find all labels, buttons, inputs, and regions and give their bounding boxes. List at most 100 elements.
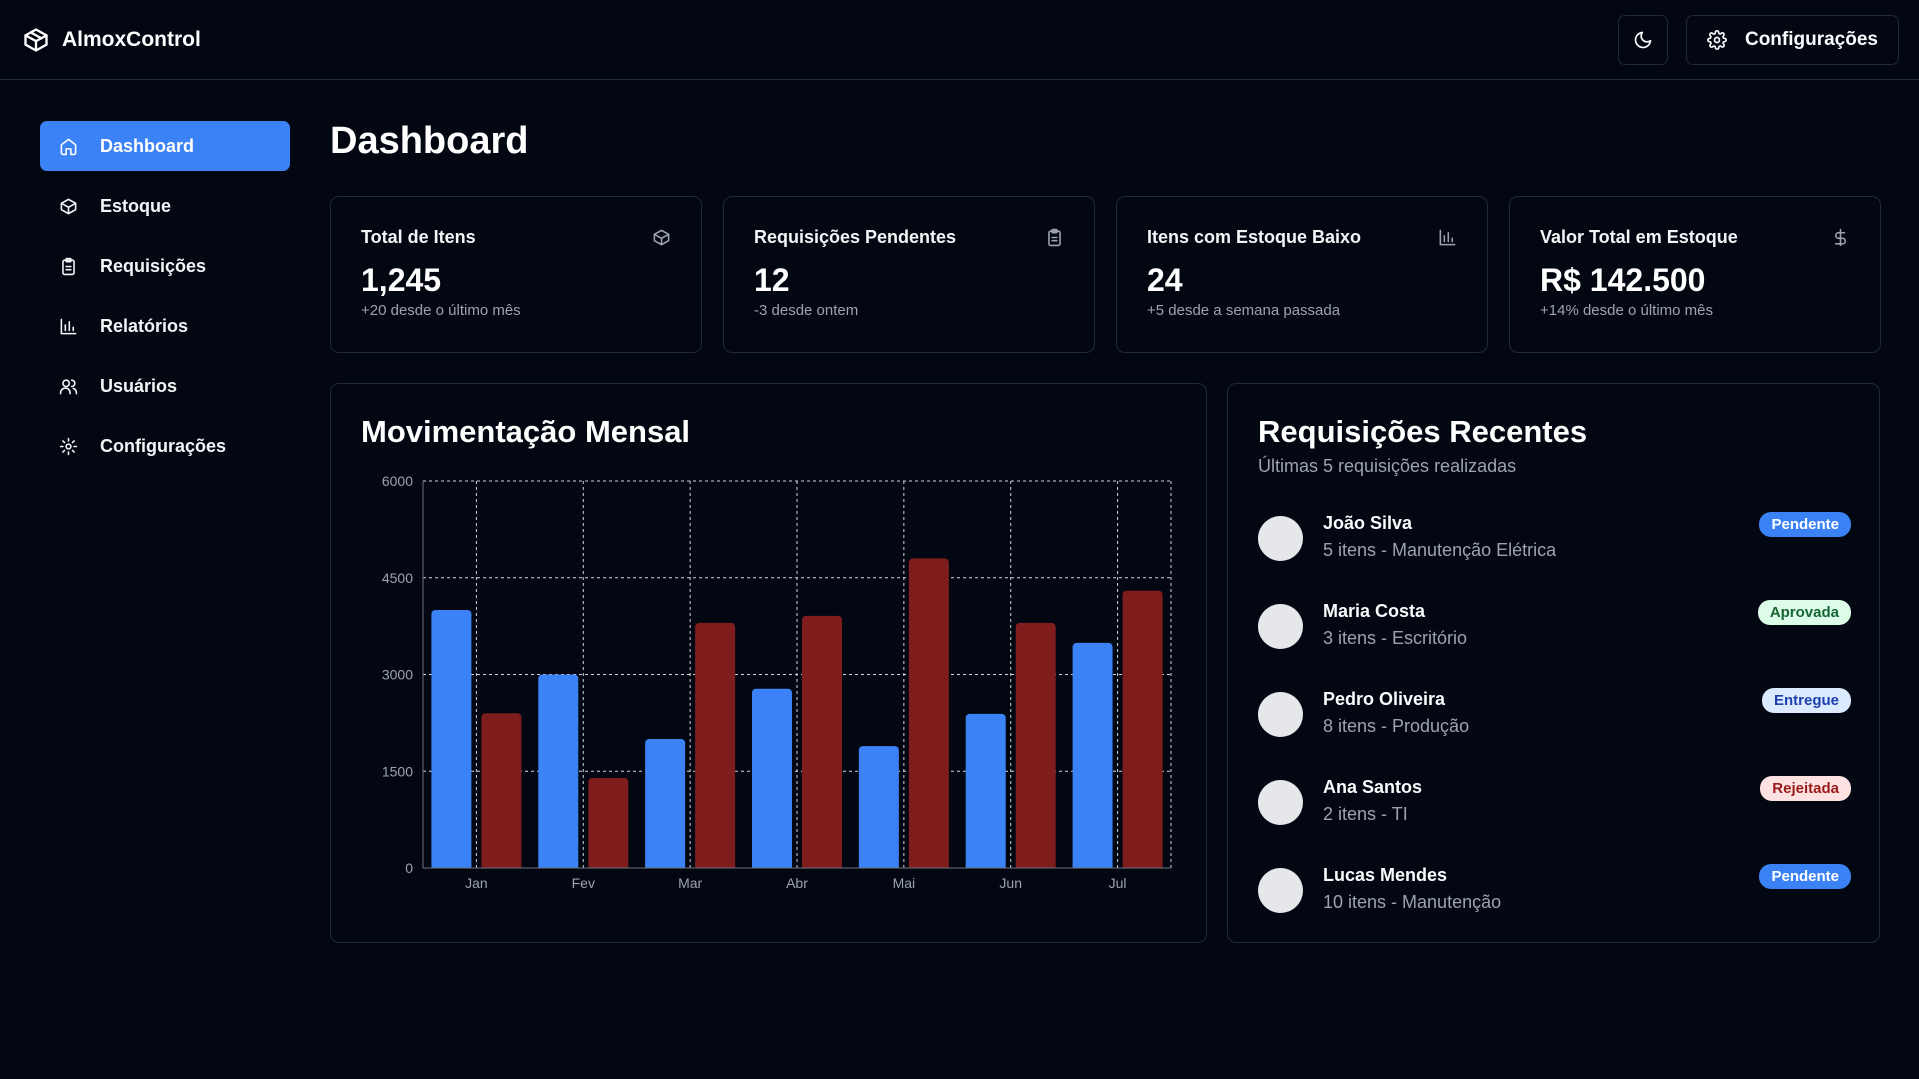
sidebar-item-relatorios[interactable]: Relatórios bbox=[40, 301, 290, 351]
stat-value: 1,245 bbox=[361, 262, 442, 298]
request-user-name: João Silva bbox=[1323, 513, 1413, 533]
chart-bar bbox=[645, 739, 686, 868]
chart-bar-base bbox=[481, 864, 522, 868]
chart-bar bbox=[481, 713, 522, 868]
stat-title: Itens com Estoque Baixo bbox=[1147, 227, 1362, 247]
chart-bar bbox=[908, 558, 949, 868]
request-description: 2 itens - TI bbox=[1323, 804, 1408, 824]
chart-bar bbox=[1122, 590, 1163, 868]
chart-bar-base bbox=[695, 864, 736, 868]
sidebar-item-estoque[interactable]: Estoque bbox=[40, 181, 290, 231]
sidebar-item-label: Requisições bbox=[100, 255, 207, 276]
stat-subtitle: -3 desde ontem bbox=[754, 302, 859, 319]
chart-bar bbox=[695, 622, 736, 868]
avatar bbox=[1258, 515, 1303, 561]
sidebar-item-dashboard[interactable]: Dashboard bbox=[40, 121, 290, 171]
x-tick-label: Abr bbox=[786, 875, 808, 891]
recent-requests-card: Requisições Recentes Últimas 5 requisiçõ… bbox=[1227, 383, 1880, 943]
users-icon bbox=[59, 378, 78, 394]
list-item[interactable]: João Silva 5 itens - Manutenção Elétrica… bbox=[1258, 504, 1851, 592]
sidebar-item-label: Dashboard bbox=[100, 135, 195, 156]
settings-button-label: Configurações bbox=[1744, 28, 1878, 50]
chart-bar bbox=[752, 688, 792, 868]
theme-toggle-button[interactable] bbox=[1617, 14, 1668, 65]
x-tick-label: Fev bbox=[572, 875, 595, 891]
request-user-name: Pedro Oliveira bbox=[1323, 689, 1446, 709]
list-item[interactable]: Pedro Oliveira 8 itens - Produção Entreg… bbox=[1258, 680, 1851, 768]
list-item[interactable]: Lucas Mendes 10 itens - Manutenção Pende… bbox=[1258, 856, 1851, 944]
chart-bar-base bbox=[858, 864, 899, 868]
chart-bar-base bbox=[538, 864, 579, 868]
recent-requests-title: Requisições Recentes bbox=[1258, 414, 1588, 449]
x-tick-label: Mai bbox=[893, 875, 916, 891]
stat-card-total-items: Total de Itens 1,245 +20 desde o último … bbox=[330, 196, 702, 353]
chart-bar-base bbox=[1122, 864, 1163, 868]
x-tick-label: Jul bbox=[1109, 875, 1127, 891]
request-description: 3 itens - Escritório bbox=[1323, 628, 1468, 648]
page-title: Dashboard bbox=[330, 120, 529, 162]
monthly-movement-card: Movimentação Mensal 0 1500 3000 4500 6000 Jan… bbox=[330, 383, 1207, 943]
recent-requests-subtitle: Últimas 5 requisições realizadas bbox=[1258, 456, 1517, 476]
chart-bar-base bbox=[645, 864, 686, 868]
monthly-movement-chart: 0 1500 3000 4500 6000 Jan Fev Mar Abr Mai Jun Jul bbox=[382, 473, 1172, 891]
sidebar-item-configuracoes[interactable]: Configurações bbox=[40, 421, 290, 471]
chart-bar bbox=[858, 746, 899, 868]
stat-value: 24 bbox=[1147, 262, 1183, 298]
sidebar-item-label: Configurações bbox=[100, 435, 227, 456]
dollar-icon bbox=[1834, 228, 1846, 247]
stat-subtitle: +14% desde o último mês bbox=[1540, 302, 1714, 319]
brand[interactable]: AlmoxControl bbox=[22, 26, 201, 54]
recent-requests-list: João Silva 5 itens - Manutenção Elétrica… bbox=[1258, 504, 1851, 944]
package-icon bbox=[60, 198, 77, 214]
status-badge: Pendente bbox=[1759, 864, 1851, 889]
sidebar-item-usuarios[interactable]: Usuários bbox=[40, 361, 290, 411]
stat-card-pending-requests: Requisições Pendentes 12 -3 desde ontem bbox=[723, 196, 1095, 353]
stat-title: Total de Itens bbox=[361, 227, 476, 247]
stat-title: Valor Total em Estoque bbox=[1540, 227, 1738, 247]
list-item[interactable]: Maria Costa 3 itens - Escritório Aprovad… bbox=[1258, 592, 1851, 680]
status-badge: Aprovada bbox=[1757, 600, 1851, 625]
package-icon bbox=[24, 27, 48, 52]
y-tick-label: 1500 bbox=[382, 763, 413, 779]
sidebar-item-label: Estoque bbox=[100, 195, 172, 216]
bar-chart-icon bbox=[60, 318, 77, 334]
list-item[interactable]: Ana Santos 2 itens - TI Rejeitada bbox=[1258, 768, 1851, 856]
stat-subtitle: +5 desde a semana passada bbox=[1147, 302, 1341, 319]
y-tick-label: 6000 bbox=[382, 473, 413, 489]
moon-icon bbox=[1634, 31, 1652, 48]
chart-bar-base bbox=[588, 864, 629, 868]
chart-bar-base bbox=[965, 864, 1006, 868]
avatar bbox=[1258, 779, 1303, 825]
status-badge: Rejeitada bbox=[1760, 776, 1851, 801]
app-title: AlmoxControl bbox=[62, 27, 201, 51]
avatar bbox=[1258, 603, 1303, 649]
stat-value: R$ 142.500 bbox=[1540, 262, 1706, 298]
sidebar-item-requisicoes[interactable]: Requisições bbox=[40, 241, 290, 291]
avatar bbox=[1258, 691, 1303, 737]
sidebar: Dashboard Estoque Requisições Relatórios… bbox=[40, 121, 290, 481]
sidebar-item-label: Relatórios bbox=[100, 315, 189, 336]
y-tick-label: 4500 bbox=[382, 570, 413, 586]
stat-title: Requisições Pendentes bbox=[754, 227, 957, 247]
top-bar: AlmoxControl Configurações bbox=[0, 0, 1919, 80]
status-badge: Entregue bbox=[1761, 688, 1851, 713]
sidebar-item-label: Usuários bbox=[100, 375, 178, 396]
request-description: 5 itens - Manutenção Elétrica bbox=[1323, 540, 1557, 560]
request-description: 10 itens - Manutenção bbox=[1323, 892, 1502, 912]
chart-bar-base bbox=[802, 864, 842, 868]
request-user-name: Maria Costa bbox=[1323, 601, 1426, 621]
chart-bar bbox=[588, 777, 629, 868]
chart-bar bbox=[965, 713, 1006, 868]
settings-button[interactable]: Configurações bbox=[1685, 14, 1899, 65]
stat-subtitle: +20 desde o último mês bbox=[361, 302, 521, 319]
stat-value: 12 bbox=[754, 262, 790, 298]
gear-icon bbox=[1707, 29, 1727, 50]
request-description: 8 itens - Produção bbox=[1323, 716, 1470, 736]
clipboard-icon bbox=[1048, 228, 1061, 247]
stats-row: Total de Itens 1,245 +20 desde o último … bbox=[330, 196, 1881, 353]
chart-bar-base bbox=[752, 864, 792, 868]
package-icon bbox=[653, 229, 670, 246]
request-user-name: Ana Santos bbox=[1323, 777, 1423, 797]
stat-card-low-stock: Itens com Estoque Baixo 24 +5 desde a se… bbox=[1116, 196, 1488, 353]
x-tick-label: Jan bbox=[465, 875, 488, 891]
